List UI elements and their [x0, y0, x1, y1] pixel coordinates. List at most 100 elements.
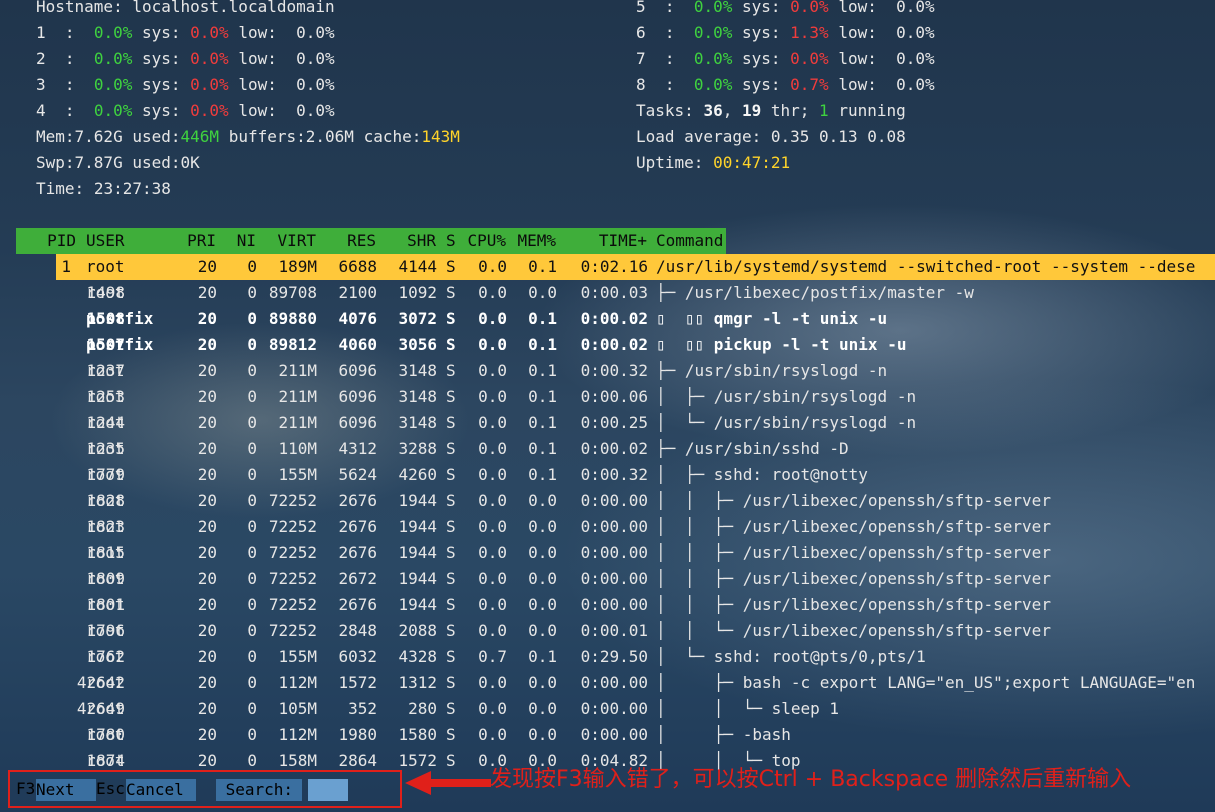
cell-virt: 112M: [278, 725, 317, 744]
cell-virt: 89880: [268, 309, 317, 328]
cell-res: 2676: [338, 491, 377, 510]
cpu-low-value: 0.0%: [296, 23, 335, 42]
cell-pri: 20: [197, 621, 217, 640]
cell-cpu: 0.0: [478, 439, 507, 458]
process-row[interactable]: 1508 postfix 20 0 89880 4076 3072 S 0.0 0.1 0:00.0…: [0, 306, 1215, 332]
cell-ni: 0: [247, 335, 257, 354]
low-label: low:: [838, 49, 877, 68]
cell-cpu: 0.0: [478, 283, 507, 302]
cell-res: 1980: [338, 725, 377, 744]
cell-pri: 20: [197, 413, 217, 432]
cell-shr: 4144: [398, 257, 437, 276]
search-input[interactable]: [308, 779, 348, 801]
header-command[interactable]: Command: [656, 228, 723, 254]
cpu-meter-4: 4 : 0.0% sys: 0.0% low: 0.0%: [36, 101, 335, 120]
cell-cpu: 0.0: [478, 569, 507, 588]
cell-cmd: │ ├─ -bash: [656, 725, 791, 744]
cell-shr: 3056: [398, 335, 437, 354]
process-row[interactable]: 1815 root 20 0 72252 2676 1944 S 0.0 0.0 0:00.00 │ …: [0, 540, 1215, 566]
cell-user: postfix: [86, 309, 154, 328]
cell-cmd: ├─ /usr/sbin/sshd -D: [656, 439, 849, 458]
sys-label: sys:: [141, 75, 181, 94]
cell-s: S: [446, 699, 456, 718]
cell-ni: 0: [247, 543, 257, 562]
cell-s: S: [446, 621, 456, 640]
process-row[interactable]: 1253 root 20 0 211M 6096 3148 S 0.0 0.1 0:00.06 │ ├…: [0, 384, 1215, 410]
header-time[interactable]: TIME+: [599, 228, 647, 254]
cpu-id: 7: [636, 49, 646, 68]
cell-shr: 1944: [398, 517, 437, 536]
cell-time: 0:00.01: [580, 621, 648, 640]
cell-virt: 112M: [278, 673, 317, 692]
esc-key[interactable]: Esc: [96, 779, 125, 799]
cell-pri: 20: [197, 595, 217, 614]
header-mem[interactable]: MEM%: [517, 228, 556, 254]
header-shr[interactable]: SHR: [407, 228, 436, 254]
cell-user: root: [86, 517, 125, 536]
process-row[interactable]: 1235 root 20 0 110M 4312 3288 S 0.0 0.1 0:00.02 ├─ …: [0, 436, 1215, 462]
cell-time: 0:00.00: [580, 673, 648, 692]
process-row[interactable]: 42649 root 20 0 105M 352 280 S 0.0 0.0 0:00.00 │ │ …: [0, 696, 1215, 722]
process-row[interactable]: 1507 postfix 20 0 89812 4060 3056 S 0.0 0.1 0:00.0…: [0, 332, 1215, 358]
cell-cmd: ▯ ▯▯ pickup -l -t unix -u: [656, 335, 907, 354]
process-row[interactable]: 1796 root 20 0 72252 2848 2088 S 0.0 0.0 0:00.01 │ …: [0, 618, 1215, 644]
cpu-normal-value: 0.0%: [693, 49, 733, 68]
process-row[interactable]: 1823 root 20 0 72252 2676 1944 S 0.0 0.0 0:00.00 │ …: [0, 514, 1215, 540]
cell-cpu: 0.0: [478, 491, 507, 510]
uptime-meter: Uptime: 00:47:21: [636, 153, 791, 172]
sys-label: sys:: [141, 101, 181, 120]
process-row[interactable]: 1828 root 20 0 72252 2676 1944 S 0.0 0.0 0:00.00 │ …: [0, 488, 1215, 514]
process-row[interactable]: 42642 root 20 0 112M 1572 1312 S 0.0 0.0 0:00.00 │ …: [0, 670, 1215, 696]
cell-cmd: │ │ ├─ /usr/libexec/openssh/sftp-server: [656, 517, 1051, 536]
cell-time: 0:02.16: [580, 257, 648, 276]
header-state[interactable]: S: [446, 228, 456, 254]
process-row[interactable]: 1244 root 20 0 211M 6096 3148 S 0.0 0.1 0:00.25 │ └…: [0, 410, 1215, 436]
cpu-meter-5: 5 : 0.0% sys: 0.0% low: 0.0%: [636, 0, 935, 20]
cell-mem: 0.0: [528, 543, 557, 562]
cell-pri: 20: [197, 439, 217, 458]
header-user[interactable]: USER: [86, 228, 125, 254]
cpu-normal-value: 0.0%: [93, 23, 133, 42]
cancel-button[interactable]: Cancel: [126, 779, 196, 801]
next-button[interactable]: Next: [36, 779, 96, 801]
cell-mem: 0.0: [528, 491, 557, 510]
cpu-low-value: 0.0%: [296, 75, 335, 94]
cell-time: 0:00.00: [580, 595, 648, 614]
process-row[interactable]: 1801 root 20 0 72252 2676 1944 S 0.0 0.0 0:00.00 │ …: [0, 592, 1215, 618]
cell-cpu: 0.0: [478, 673, 507, 692]
cell-shr: 1312: [398, 673, 437, 692]
cell-shr: 1944: [398, 543, 437, 562]
cpu-normal-value: 0.0%: [93, 75, 133, 94]
header-cpu[interactable]: CPU%: [467, 228, 506, 254]
cell-mem: 0.1: [528, 647, 557, 666]
header-ni[interactable]: NI: [237, 228, 256, 254]
cell-time: 0:00.02: [580, 309, 648, 328]
cell-s: S: [446, 439, 456, 458]
process-row[interactable]: 1779 root 20 0 155M 5624 4260 S 0.0 0.1 0:00.32 │ ├…: [0, 462, 1215, 488]
cell-user: root: [86, 621, 125, 640]
cell-res: 6096: [338, 387, 377, 406]
process-row[interactable]: 1809 root 20 0 72252 2672 1944 S 0.0 0.0 0:00.00 │ …: [0, 566, 1215, 592]
cell-cpu: 0.0: [478, 309, 507, 328]
process-row[interactable]: 1762 root 20 0 155M 6032 4328 S 0.7 0.1 0:29.50 │ └…: [0, 644, 1215, 670]
process-row[interactable]: 1780 root 20 0 112M 1980 1580 S 0.0 0.0 0:00.00 │ ├…: [0, 722, 1215, 748]
cell-user: root: [86, 673, 125, 692]
cpu-id: 4: [36, 101, 46, 120]
cell-virt: 72252: [268, 491, 317, 510]
cpu-id: 8: [636, 75, 646, 94]
selected-process-row[interactable]: 1 root 20 0 189M 6688 4144 S 0.0 0.1 0:0…: [56, 254, 1215, 280]
cell-pri: 20: [197, 387, 217, 406]
process-row[interactable]: 1498 root 20 0 89708 2100 1092 S 0.0 0.0 0:00.03 ├─…: [0, 280, 1215, 306]
cell-shr: 4260: [398, 465, 437, 484]
f3-key[interactable]: F3: [16, 779, 35, 799]
cell-time: 0:00.32: [580, 361, 648, 380]
cpu-sys-value: 0.0%: [790, 49, 829, 68]
header-virt[interactable]: VIRT: [277, 228, 316, 254]
cell-user: root: [86, 595, 125, 614]
cell-s: S: [446, 673, 456, 692]
cell-user: postfix: [86, 335, 154, 354]
header-pri[interactable]: PRI: [187, 228, 216, 254]
header-res[interactable]: RES: [347, 228, 376, 254]
process-row[interactable]: 1237 root 20 0 211M 6096 3148 S 0.0 0.1 0:00.32 ├─ …: [0, 358, 1215, 384]
header-pid[interactable]: PID: [47, 228, 76, 254]
